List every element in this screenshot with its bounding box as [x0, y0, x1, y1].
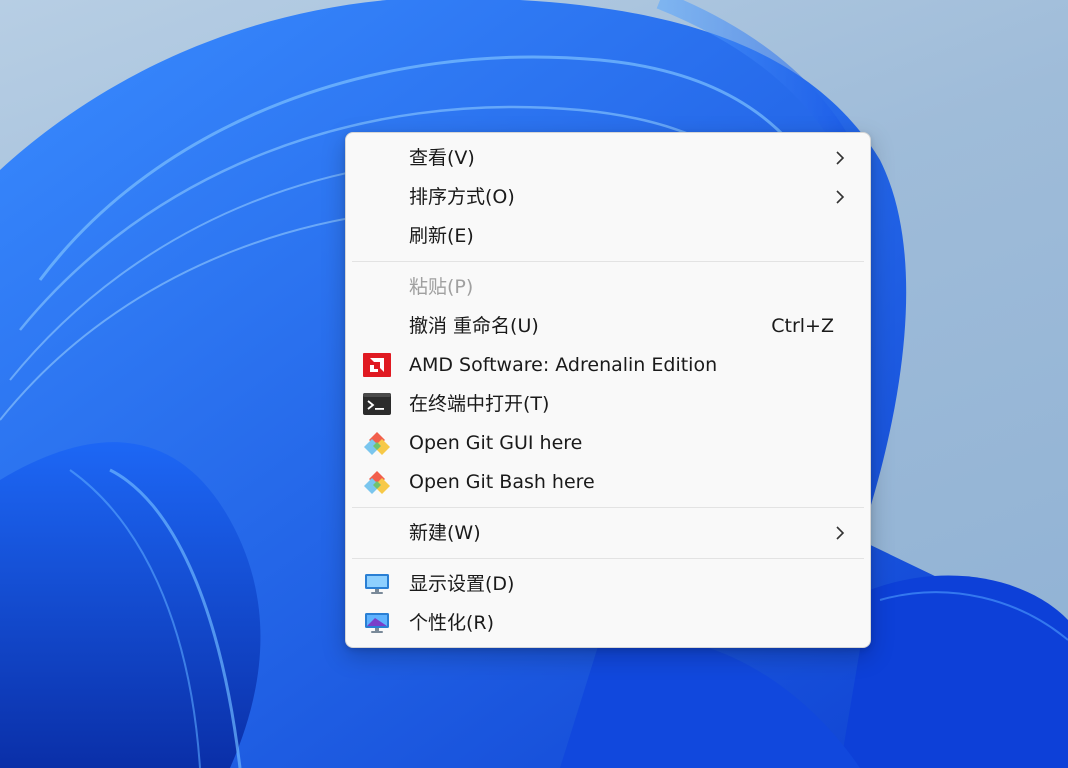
shortcut-label: Ctrl+Z — [771, 315, 834, 337]
display-settings-icon — [365, 574, 389, 594]
chevron-right-icon — [836, 151, 845, 165]
menu-item-label: 显示设置(D) — [409, 573, 515, 595]
menu-item-open-git-gui[interactable]: Open Git GUI here — [350, 424, 866, 461]
menu-item-amd-software[interactable]: AMD Software: Adrenalin Edition — [350, 346, 866, 383]
git-icon — [364, 471, 390, 494]
menu-item-label: 撤消 重命名(U) — [409, 315, 539, 337]
menu-item-view[interactable]: 查看(V) — [350, 139, 866, 176]
menu-separator — [352, 261, 864, 262]
menu-item-display-settings[interactable]: 显示设置(D) — [350, 565, 866, 602]
chevron-right-icon — [836, 190, 845, 204]
menu-separator — [352, 507, 864, 508]
chevron-right-icon — [836, 526, 845, 540]
menu-item-label: 个性化(R) — [409, 612, 495, 634]
menu-item-label: 新建(W) — [409, 522, 481, 544]
menu-item-personalize[interactable]: 个性化(R) — [350, 604, 866, 641]
menu-item-undo-rename[interactable]: 撤消 重命名(U) Ctrl+Z — [350, 307, 866, 344]
menu-item-label: Open Git Bash here — [409, 471, 595, 493]
menu-item-paste: 粘贴(P) — [350, 268, 866, 305]
terminal-icon — [363, 393, 391, 415]
menu-item-label: 查看(V) — [409, 147, 475, 169]
menu-item-open-git-bash[interactable]: Open Git Bash here — [350, 463, 866, 500]
menu-item-label: 粘贴(P) — [409, 276, 474, 298]
menu-item-new[interactable]: 新建(W) — [350, 514, 866, 551]
menu-item-open-in-terminal[interactable]: 在终端中打开(T) — [350, 385, 866, 422]
desktop-context-menu: 查看(V) 排序方式(O) 刷新(E) 粘贴(P) 撤消 重命名(U) Ctrl… — [345, 132, 871, 648]
menu-item-label: 刷新(E) — [409, 225, 474, 247]
amd-logo-icon — [363, 353, 391, 377]
menu-item-refresh[interactable]: 刷新(E) — [350, 217, 866, 254]
git-icon — [364, 432, 390, 455]
menu-item-label: 排序方式(O) — [409, 186, 515, 208]
personalize-icon — [365, 613, 389, 633]
menu-item-label: Open Git GUI here — [409, 432, 583, 454]
menu-item-label: 在终端中打开(T) — [409, 393, 550, 415]
menu-item-sort-by[interactable]: 排序方式(O) — [350, 178, 866, 215]
menu-item-label: AMD Software: Adrenalin Edition — [409, 354, 718, 376]
menu-separator — [352, 558, 864, 559]
